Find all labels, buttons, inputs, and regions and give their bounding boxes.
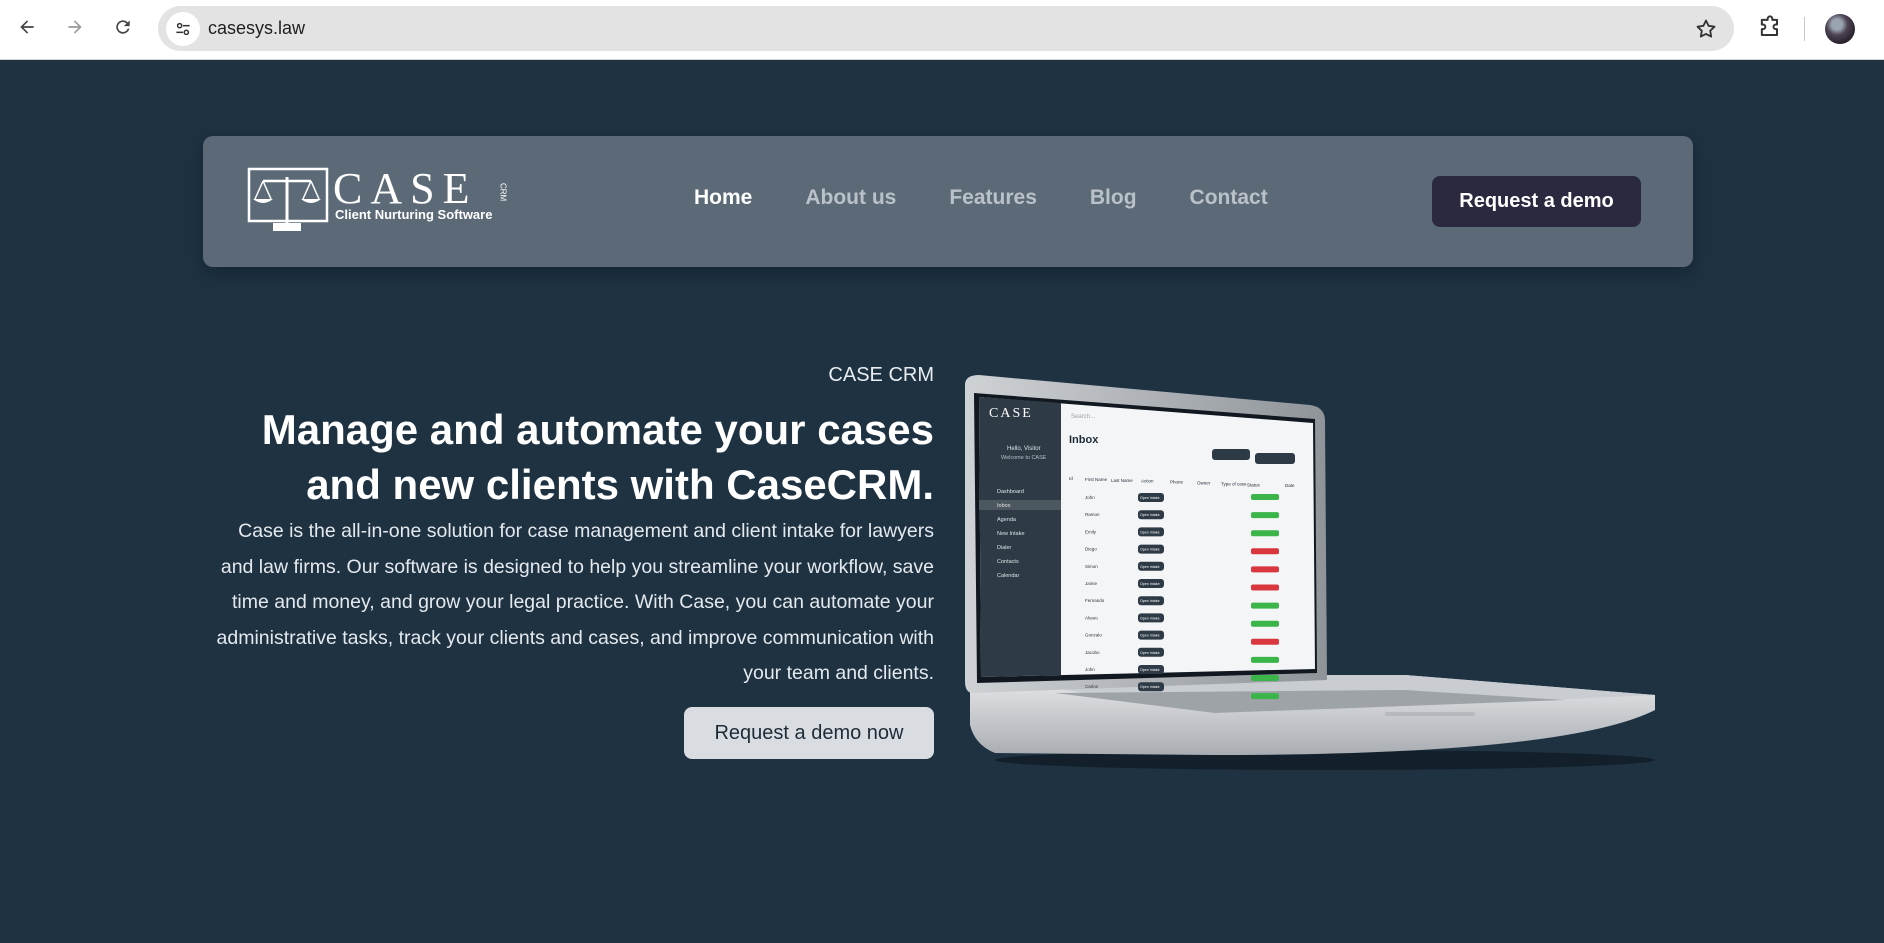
nav-link-contact[interactable]: Contact	[1190, 186, 1268, 210]
site-navbar: CASE CRM Client Nurturing Software Home …	[203, 136, 1693, 267]
mockup-column-header: Status	[1247, 482, 1261, 487]
logo-crm-tag: CRM	[499, 183, 508, 202]
mockup-column-header: Last Name	[1111, 478, 1133, 483]
mockup-sidebar-item: Inbox	[997, 503, 1011, 509]
url-text[interactable]: casesys.law	[208, 18, 305, 39]
extensions-puzzle-icon[interactable]	[1756, 14, 1784, 42]
forward-button[interactable]	[60, 12, 90, 42]
case-logo[interactable]: CASE CRM Client Nurturing Software	[247, 164, 513, 237]
mockup-sidebar-item: Dialer	[997, 545, 1012, 551]
primary-nav: Home About us Features Blog Contact	[694, 186, 1321, 210]
svg-text:Open Intake: Open Intake	[1140, 616, 1160, 620]
hero-headline: Manage and automate your cases and new c…	[261, 406, 934, 508]
arrow-left-icon	[20, 20, 34, 34]
mockup-column-header: Owner	[1197, 481, 1211, 486]
svg-text:Open Intake: Open Intake	[1140, 582, 1160, 586]
browser-toolbar: casesys.law	[0, 0, 1884, 60]
mockup-page-title: Inbox	[1069, 434, 1099, 446]
nav-link-features[interactable]: Features	[949, 186, 1037, 210]
nav-link-about-us[interactable]: About us	[805, 186, 896, 210]
svg-text:Emily: Emily	[1085, 529, 1097, 534]
nav-link-home[interactable]: Home	[694, 186, 752, 210]
svg-text:Gonzalo: Gonzalo	[1085, 633, 1102, 638]
reload-icon	[116, 20, 130, 34]
mockup-column-header: Phone	[1170, 480, 1184, 485]
svg-text:Open Intake: Open Intake	[1140, 530, 1160, 534]
svg-text:Open Intake: Open Intake	[1140, 548, 1160, 552]
svg-text:Open Intake: Open Intake	[1140, 565, 1160, 569]
svg-text:Open Intake: Open Intake	[1140, 599, 1160, 603]
mockup-sidebar-item: New Intake	[997, 531, 1025, 537]
tune-icon	[176, 22, 190, 36]
mockup-welcome: Welcome to CASE	[1001, 455, 1047, 461]
hero-description: Case is the all-in-one solution for case…	[216, 520, 934, 684]
mockup-search: Search...	[1071, 414, 1095, 420]
mockup-column-header: Action	[1141, 479, 1154, 484]
address-bar[interactable]: casesys.law	[158, 6, 1734, 51]
logo-tagline: Client Nurturing Software	[335, 207, 492, 222]
svg-text:Jaime: Jaime	[1085, 581, 1098, 586]
svg-text:Diego: Diego	[1085, 547, 1097, 552]
mockup-column-header: First Name	[1085, 477, 1107, 482]
mockup-sidebar-item: Dashboard	[997, 489, 1024, 495]
site-info-button[interactable]	[166, 12, 200, 46]
svg-text:Open Intake: Open Intake	[1140, 496, 1160, 500]
svg-text:John: John	[1085, 495, 1095, 500]
profile-avatar[interactable]	[1825, 14, 1855, 44]
mockup-column-header: Id	[1069, 476, 1073, 481]
landing-page: CASE CRM Client Nurturing Software Home …	[0, 61, 1884, 943]
request-demo-now-button[interactable]: Request a demo now	[684, 707, 934, 759]
svg-text:Open Intake: Open Intake	[1140, 668, 1160, 672]
svg-text:John: John	[1085, 667, 1095, 672]
back-button[interactable]	[12, 12, 42, 42]
mockup-greeting: Hello, Visitor	[1007, 446, 1041, 452]
toolbar-divider	[1804, 17, 1805, 41]
request-demo-button[interactable]: Request a demo	[1432, 176, 1641, 227]
hero-eyebrow: CASE CRM	[828, 364, 934, 386]
arrow-right-icon	[68, 20, 82, 34]
svg-text:Open Intake: Open Intake	[1140, 513, 1160, 517]
reload-button[interactable]	[108, 12, 138, 42]
laptop-mockup-image: CASE Hello, Visitor Welcome to CASE Dash…	[965, 375, 1665, 775]
svg-text:Carlos: Carlos	[1085, 684, 1099, 689]
mockup-sidebar-item: Agenda	[997, 517, 1017, 523]
svg-text:Alvaro: Alvaro	[1085, 615, 1098, 620]
svg-text:Open Intake: Open Intake	[1140, 685, 1160, 689]
svg-text:Fernando: Fernando	[1085, 598, 1105, 603]
nav-link-blog[interactable]: Blog	[1090, 186, 1137, 210]
svg-text:Jacobo: Jacobo	[1085, 650, 1100, 655]
svg-text:Open Intake: Open Intake	[1140, 634, 1160, 638]
bookmark-star-icon[interactable]	[1694, 17, 1718, 41]
mockup-sidebar-item: Calendar	[997, 573, 1019, 579]
svg-text:Simon: Simon	[1085, 564, 1098, 569]
mockup-column-header: Date	[1285, 483, 1295, 488]
mockup-sidebar-item: Contacts	[997, 559, 1019, 565]
svg-text:Ramon: Ramon	[1085, 512, 1100, 517]
svg-text:Open Intake: Open Intake	[1140, 651, 1160, 655]
mockup-app-logo: CASE	[989, 406, 1033, 421]
mockup-column-header: Type of case	[1221, 481, 1247, 486]
